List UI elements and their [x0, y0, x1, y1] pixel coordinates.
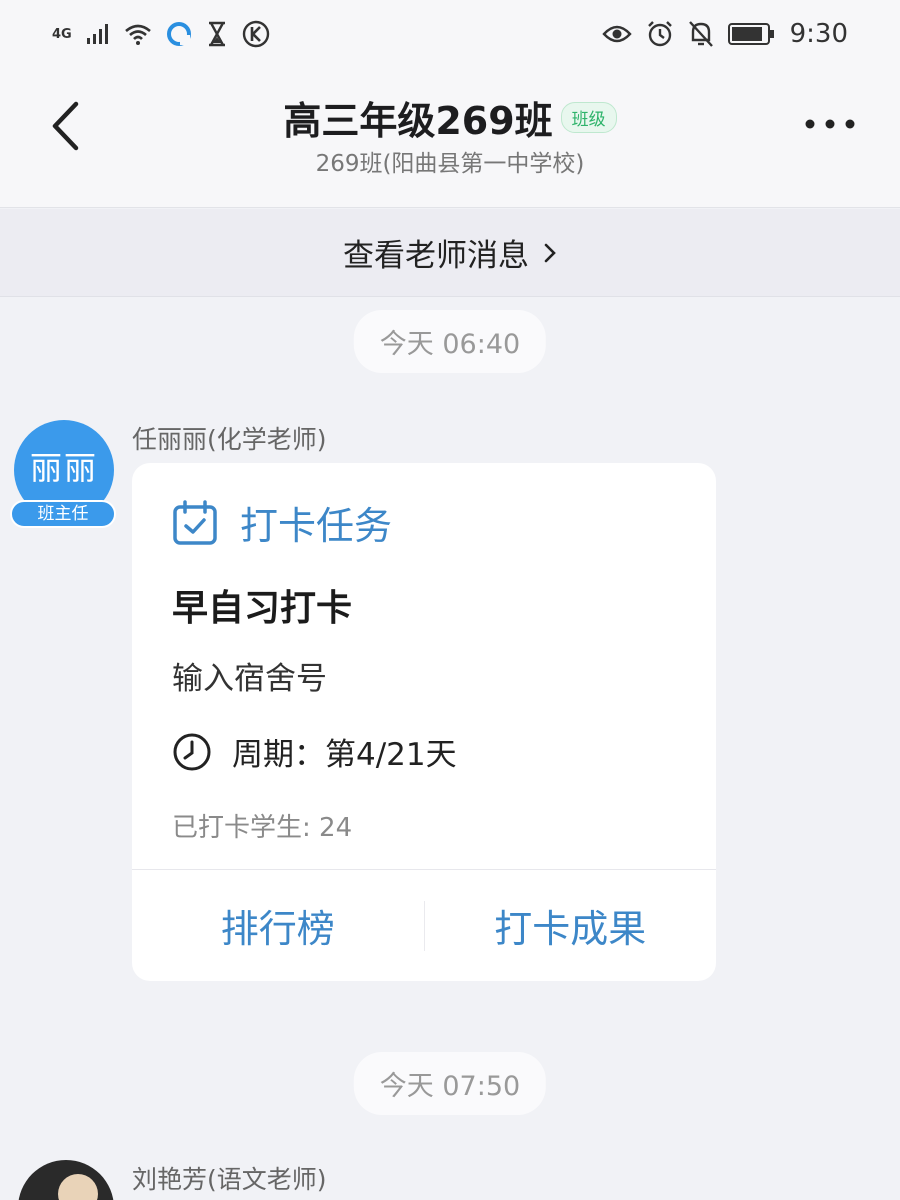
message-timestamp: 今天 06:40 [353, 310, 547, 373]
card-actions: 排行榜 打卡成果 [132, 870, 716, 981]
task-description: 输入宿舍号 [172, 661, 327, 697]
status-bar-right: 9:30 [601, 19, 848, 49]
clock-icon [173, 733, 211, 770]
view-teacher-messages-label: 查看老师消息 [343, 238, 529, 274]
check-in-task-card[interactable]: 打卡任务 早自习打卡 输入宿舍号 周期：第4/21天 已打卡学生: 24 排行榜… [132, 463, 716, 981]
status-bar: 4G 9:30 [0, 0, 900, 68]
network-type: 4G [52, 26, 72, 42]
app-notification-icon [166, 22, 191, 46]
avatar-text: 丽丽 [29, 449, 98, 487]
mute-bell-icon [688, 21, 713, 47]
check-in-results-button[interactable]: 打卡成果 [425, 898, 717, 953]
checked-in-count: 已打卡学生: 24 [172, 813, 353, 843]
alarm-icon [647, 21, 672, 47]
page-title: 高三年级269班 [283, 99, 553, 143]
task-period: 周期：第4/21天 [172, 729, 457, 774]
status-bar-left: 4G [52, 20, 270, 48]
avatar[interactable] [18, 1160, 114, 1200]
leaderboard-button[interactable]: 排行榜 [132, 898, 424, 953]
calendar-check-icon [173, 499, 217, 545]
wifi-icon [124, 24, 151, 45]
more-button[interactable] [800, 104, 860, 144]
chevron-right-icon [544, 243, 556, 262]
hourglass-icon [208, 21, 225, 47]
eye-icon [601, 25, 632, 43]
task-period-text: 周期：第4/21天 [232, 737, 457, 773]
role-badge: 班主任 [10, 500, 116, 528]
avatar-photo [58, 1174, 98, 1200]
page-subtitle: 269班(阳曲县第一中学校) [315, 151, 585, 177]
view-teacher-messages-bar[interactable]: 查看老师消息 [0, 209, 900, 297]
card-header: 打卡任务 [172, 495, 392, 550]
card-type-label: 打卡任务 [240, 504, 393, 548]
more-dots-icon [805, 119, 855, 129]
battery-icon [727, 23, 774, 45]
sender-name: 刘艳芳(语文老师) [132, 1165, 327, 1194]
message-timestamp: 今天 07:50 [353, 1052, 547, 1115]
clock-time: 9:30 [789, 19, 848, 49]
title-row: 高三年级269班 班级 [0, 90, 900, 145]
k-app-icon [242, 20, 269, 48]
task-title: 早自习打卡 [172, 588, 353, 629]
signal-icon [86, 24, 108, 44]
class-badge: 班级 [560, 102, 617, 133]
sender-name: 任丽丽(化学老师) [132, 425, 327, 454]
chat-header: 高三年级269班 班级 269班(阳曲县第一中学校) [0, 68, 900, 208]
